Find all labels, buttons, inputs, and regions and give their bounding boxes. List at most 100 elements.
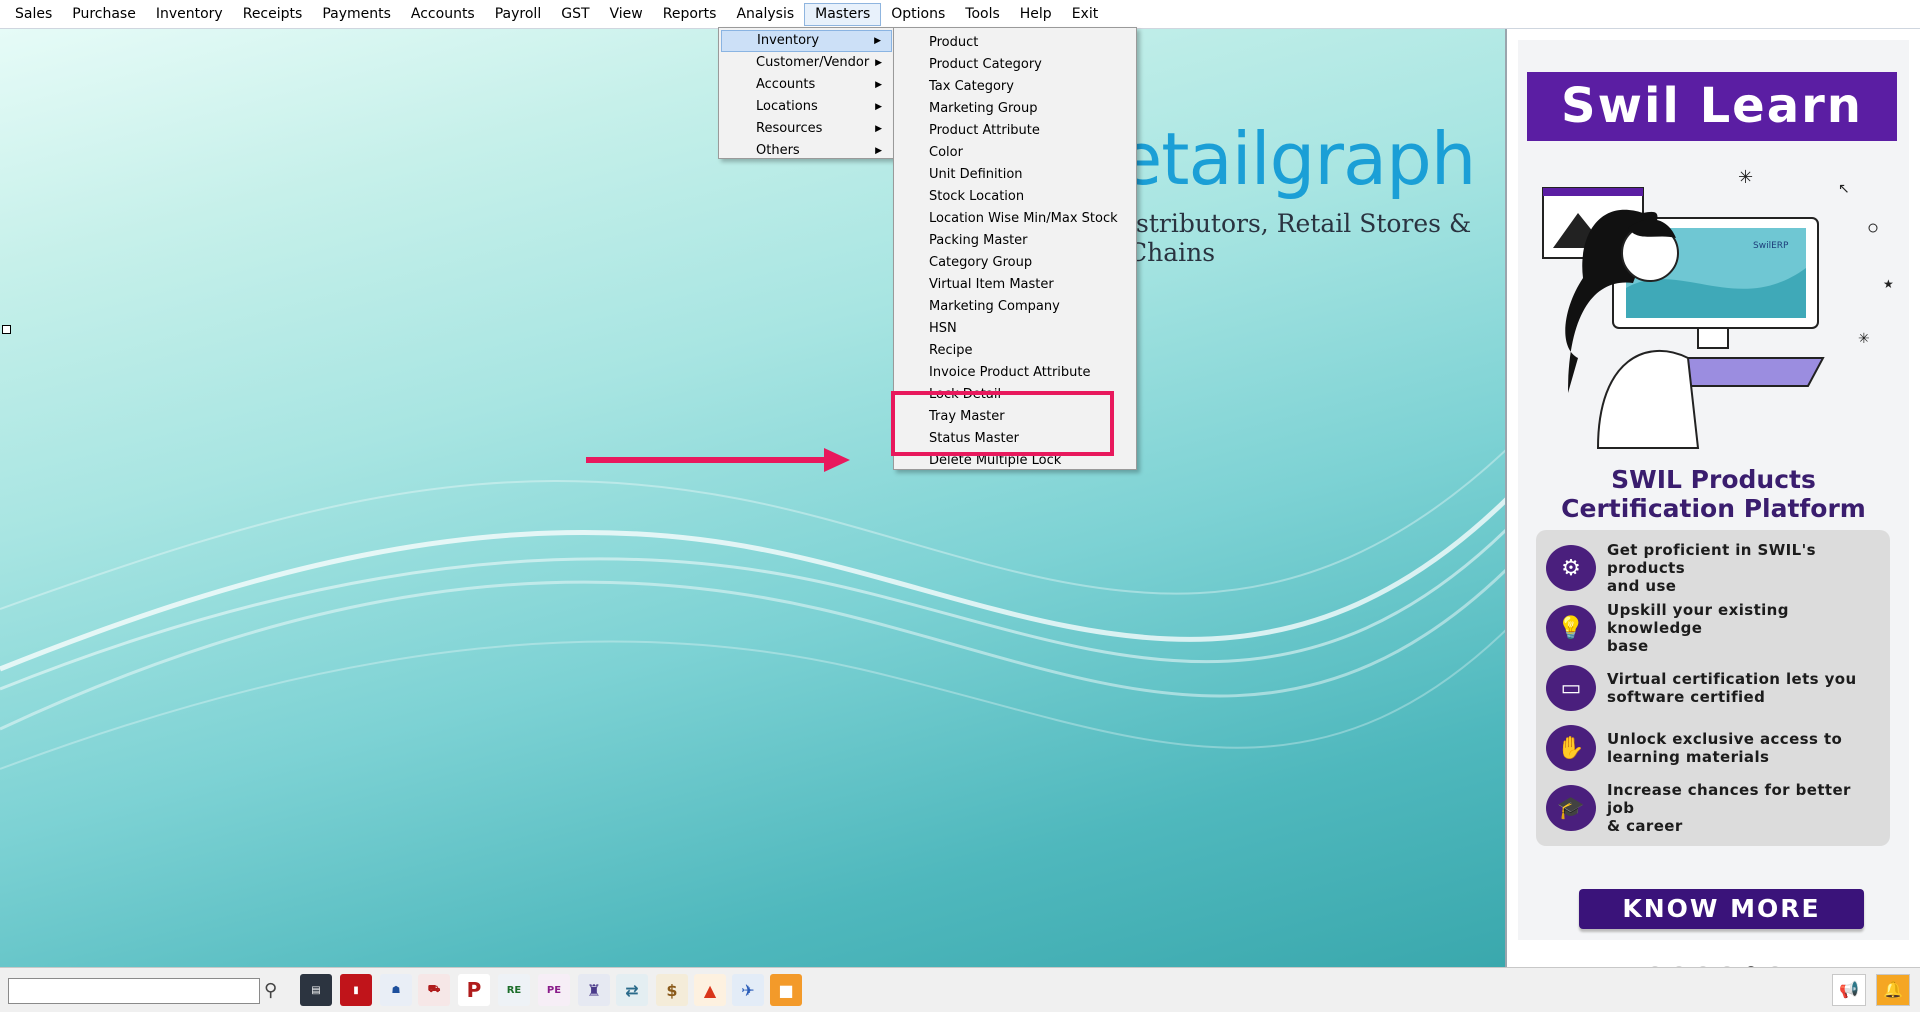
re-doc-icon[interactable]: RE: [498, 974, 530, 1006]
menu-reports[interactable]: Reports: [653, 3, 727, 26]
certificate-icon: ▭: [1546, 665, 1596, 711]
inventory-item-stock-location[interactable]: Stock Location: [894, 186, 1136, 208]
inventory-item-category-group[interactable]: Category Group: [894, 252, 1136, 274]
inventory-item-color[interactable]: Color: [894, 142, 1136, 164]
menu-analysis[interactable]: Analysis: [726, 3, 804, 26]
svg-text:✳: ✳: [1738, 167, 1753, 188]
benefit-text: Upskill your existing knowledge base: [1607, 601, 1789, 655]
inventory-item-product-attribute[interactable]: Product Attribute: [894, 120, 1136, 142]
logo-text: etailgraph: [1118, 117, 1476, 201]
svg-text:★: ★: [1883, 277, 1894, 291]
masters-item-resources[interactable]: Resources ▶: [721, 118, 892, 140]
truck-icon[interactable]: ⛟: [418, 974, 450, 1006]
benefit-item: ▭ Virtual certification lets you software…: [1546, 658, 1880, 718]
register-icon[interactable]: ▤: [300, 974, 332, 1006]
logo-subtitle: istributors, Retail Stores & Chains: [1128, 209, 1472, 267]
masters-item-customer-vendor[interactable]: Customer/Vendor ▶: [721, 52, 892, 74]
benefit-item: 💡 Upskill your existing knowledge base: [1546, 598, 1880, 658]
menu-inventory[interactable]: Inventory: [146, 3, 233, 26]
inventory-item-hsn[interactable]: HSN: [894, 318, 1136, 340]
masters-item-label: Others: [756, 143, 800, 158]
ad-title: Swil Learn: [1527, 72, 1897, 141]
ad-headline: SWIL Products Certification Platform: [1518, 465, 1909, 523]
menubar: Sales Purchase Inventory Receipts Paymen…: [0, 0, 1920, 29]
menu-sales[interactable]: Sales: [5, 3, 62, 26]
menu-payments[interactable]: Payments: [312, 3, 401, 26]
menu-help[interactable]: Help: [1010, 3, 1062, 26]
masters-item-accounts[interactable]: Accounts ▶: [721, 74, 892, 96]
inventory-item-product-category[interactable]: Product Category: [894, 54, 1136, 76]
submenu-arrow-icon: ▶: [875, 80, 882, 90]
menu-payroll[interactable]: Payroll: [485, 3, 551, 26]
announcement-icon[interactable]: 📢: [1832, 974, 1866, 1006]
submenu-arrow-icon: ▶: [875, 102, 882, 112]
stamp-icon[interactable]: ♜: [578, 974, 610, 1006]
masters-item-label: Locations: [756, 99, 818, 114]
know-more-button[interactable]: KNOW MORE: [1579, 889, 1864, 929]
menu-accounts[interactable]: Accounts: [401, 3, 485, 26]
career-icon: 🎓: [1546, 785, 1596, 831]
masters-item-inventory[interactable]: Inventory ▶: [721, 30, 892, 52]
benefit-text: Increase chances for better job & career: [1607, 781, 1851, 835]
menu-gst[interactable]: GST: [551, 3, 599, 26]
masters-menu: Inventory ▶ Customer/Vendor ▶ Accounts ▶ Lo…: [718, 27, 895, 159]
screen-badge-text: SwilERP: [1753, 241, 1789, 251]
inventory-item-marketing-group[interactable]: Marketing Group: [894, 98, 1136, 120]
masters-item-others[interactable]: Others ▶: [721, 140, 892, 162]
unlock-icon: ✋: [1546, 725, 1596, 771]
inventory-item-tax-category[interactable]: Tax Category: [894, 76, 1136, 98]
book-bulb-icon: 💡: [1546, 605, 1596, 651]
benefit-item: 🎓 Increase chances for better job & caree…: [1546, 778, 1880, 838]
inventory-item-virtual-item-master[interactable]: Virtual Item Master: [894, 274, 1136, 296]
masters-item-locations[interactable]: Locations ▶: [721, 96, 892, 118]
inventory-item-recipe[interactable]: Recipe: [894, 340, 1136, 362]
application-window: { "menubar": { "items": ["Sales","Purcha…: [0, 0, 1920, 1012]
person-doc-icon[interactable]: ☗: [380, 974, 412, 1006]
ad-card[interactable]: Swil Learn SwilERP ✳ ↖ ✳ ★ SWIL Products…: [1518, 40, 1909, 940]
inventory-item-marketing-company[interactable]: Marketing Company: [894, 296, 1136, 318]
svg-text:↖: ↖: [1838, 181, 1850, 197]
ad-headline-line2: Certification Platform: [1561, 494, 1866, 523]
benefit-item: ✋ Unlock exclusive access to learning mat…: [1546, 718, 1880, 778]
search-icon[interactable]: ⚲: [264, 978, 284, 1004]
menu-view[interactable]: View: [600, 3, 653, 26]
pe-doc-icon[interactable]: PE: [538, 974, 570, 1006]
menu-masters[interactable]: Masters: [804, 2, 882, 26]
benefit-text: Unlock exclusive access to learning mater…: [1607, 730, 1843, 766]
masters-item-label: Resources: [756, 121, 823, 136]
inventory-item-location-min-max-stock[interactable]: Location Wise Min/Max Stock: [894, 208, 1136, 230]
pointer-arrow-icon: [586, 448, 850, 472]
highlight-annotation-box: [891, 391, 1114, 456]
shapes-icon[interactable]: ▲: [694, 974, 726, 1006]
menu-receipts[interactable]: Receipts: [233, 3, 313, 26]
menu-tools[interactable]: Tools: [955, 3, 1010, 26]
search-input[interactable]: [8, 978, 260, 1004]
money-bag-icon[interactable]: $: [656, 974, 688, 1006]
flow-icon[interactable]: ⇄: [616, 974, 648, 1006]
submenu-arrow-icon: ▶: [874, 36, 881, 46]
ad-panel: Swil Learn SwilERP ✳ ↖ ✳ ★ SWIL Products…: [1509, 29, 1920, 976]
submenu-arrow-icon: ▶: [875, 124, 882, 134]
inventory-item-packing-master[interactable]: Packing Master: [894, 230, 1136, 252]
menu-options[interactable]: Options: [881, 3, 955, 26]
benefit-item: ⚙ Get proficient in SWIL's products and u…: [1546, 538, 1880, 598]
main-workspace: etailgraph istributors, Retail Stores & …: [0, 29, 1507, 967]
pos-icon[interactable]: P: [458, 974, 490, 1006]
inventory-item-invoice-product-attribute[interactable]: Invoice Product Attribute: [894, 362, 1136, 384]
menu-purchase[interactable]: Purchase: [62, 3, 146, 26]
inventory-item-unit-definition[interactable]: Unit Definition: [894, 164, 1136, 186]
scanner-icon[interactable]: ✈: [732, 974, 764, 1006]
ad-headline-line1: SWIL Products: [1611, 465, 1816, 494]
box-icon[interactable]: ■: [770, 974, 802, 1006]
masters-item-label: Inventory: [757, 33, 820, 48]
small-square-icon: [2, 325, 11, 334]
bottom-toolbar: ⚲ ▤ ▮ ☗ ⛟ P RE PE ♜ ⇄ $ ▲ ✈ ■ 📢 🔔: [0, 967, 1920, 1012]
inventory-item-product[interactable]: Product: [894, 32, 1136, 54]
submenu-arrow-icon: ▶: [875, 58, 882, 68]
masters-item-label: Customer/Vendor: [756, 55, 870, 70]
gear-people-icon: ⚙: [1546, 545, 1596, 591]
pdf-red-icon[interactable]: ▮: [340, 974, 372, 1006]
notification-bell-icon[interactable]: 🔔: [1876, 974, 1910, 1006]
submenu-arrow-icon: ▶: [875, 146, 882, 156]
menu-exit[interactable]: Exit: [1062, 3, 1109, 26]
